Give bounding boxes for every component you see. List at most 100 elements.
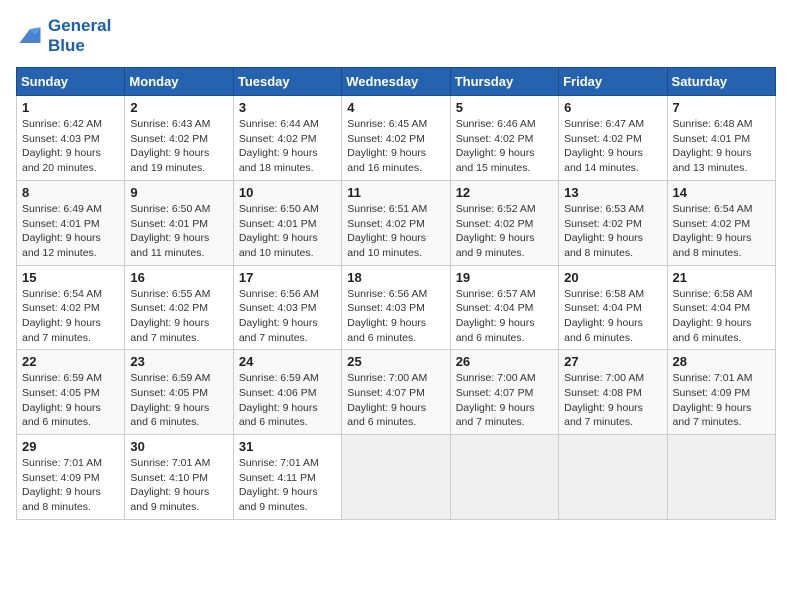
day-number: 12 bbox=[456, 185, 553, 200]
day-info: Sunrise: 6:59 AM Sunset: 4:06 PM Dayligh… bbox=[239, 371, 336, 430]
day-number: 15 bbox=[22, 270, 119, 285]
day-info: Sunrise: 6:51 AM Sunset: 4:02 PM Dayligh… bbox=[347, 202, 444, 261]
calendar-cell: 6Sunrise: 6:47 AM Sunset: 4:02 PM Daylig… bbox=[559, 96, 667, 181]
weekday-header: Friday bbox=[559, 68, 667, 96]
calendar-cell: 24 Sunrise: 6:59 AM Sunset: 4:06 PM Dayli… bbox=[233, 350, 341, 435]
page-header: General Blue bbox=[16, 16, 776, 55]
calendar-cell: 15 Sunrise: 6:54 AM Sunset: 4:02 PM Dayli… bbox=[17, 265, 125, 350]
day-number: 25 bbox=[347, 354, 444, 369]
calendar-cell: 22 Sunrise: 6:59 AM Sunset: 4:05 PM Dayli… bbox=[17, 350, 125, 435]
calendar-cell: 3 Sunrise: 6:44 AM Sunset: 4:02 PM Daylig… bbox=[233, 96, 341, 181]
day-info: Sunrise: 6:45 AM Sunset: 4:02 PM Dayligh… bbox=[347, 117, 444, 176]
calendar-cell: 26 Sunrise: 7:00 AM Sunset: 4:07 PM Dayli… bbox=[450, 350, 558, 435]
logo: General Blue bbox=[16, 16, 111, 55]
day-number: 20 bbox=[564, 270, 661, 285]
day-number: 27 bbox=[564, 354, 661, 369]
day-info: Sunrise: 6:56 AM Sunset: 4:03 PM Dayligh… bbox=[347, 287, 444, 346]
day-number: 11 bbox=[347, 185, 444, 200]
day-info: Sunrise: 7:01 AM Sunset: 4:11 PM Dayligh… bbox=[239, 456, 336, 515]
calendar-week-row: 22 Sunrise: 6:59 AM Sunset: 4:05 PM Dayli… bbox=[17, 350, 776, 435]
calendar-cell bbox=[667, 435, 775, 520]
calendar-cell: 1 Sunrise: 6:42 AM Sunset: 4:03 PM Daylig… bbox=[17, 96, 125, 181]
calendar-cell: 13 Sunrise: 6:53 AM Sunset: 4:02 PM Dayli… bbox=[559, 180, 667, 265]
day-number: 16 bbox=[130, 270, 227, 285]
calendar-cell: 29 Sunrise: 7:01 AM Sunset: 4:09 PM Dayli… bbox=[17, 435, 125, 520]
day-info: Sunrise: 6:42 AM Sunset: 4:03 PM Dayligh… bbox=[22, 117, 119, 176]
calendar-week-row: 1 Sunrise: 6:42 AM Sunset: 4:03 PM Daylig… bbox=[17, 96, 776, 181]
day-info: Sunrise: 6:59 AM Sunset: 4:05 PM Dayligh… bbox=[22, 371, 119, 430]
day-number: 7 bbox=[673, 100, 770, 115]
day-info: Sunrise: 6:55 AM Sunset: 4:02 PM Dayligh… bbox=[130, 287, 227, 346]
day-info: Sunrise: 6:50 AM Sunset: 4:01 PM Dayligh… bbox=[130, 202, 227, 261]
calendar-body: 1 Sunrise: 6:42 AM Sunset: 4:03 PM Daylig… bbox=[17, 96, 776, 520]
day-number: 1 bbox=[22, 100, 119, 115]
day-number: 18 bbox=[347, 270, 444, 285]
calendar-cell: 7 Sunrise: 6:48 AM Sunset: 4:01 PM Daylig… bbox=[667, 96, 775, 181]
calendar-cell: 5 Sunrise: 6:46 AM Sunset: 4:02 PM Daylig… bbox=[450, 96, 558, 181]
day-info: Sunrise: 6:53 AM Sunset: 4:02 PM Dayligh… bbox=[564, 202, 661, 261]
calendar-week-row: 15 Sunrise: 6:54 AM Sunset: 4:02 PM Dayli… bbox=[17, 265, 776, 350]
calendar-cell bbox=[559, 435, 667, 520]
calendar-cell: 9Sunrise: 6:50 AM Sunset: 4:01 PM Daylig… bbox=[125, 180, 233, 265]
day-number: 31 bbox=[239, 439, 336, 454]
day-info: Sunrise: 6:54 AM Sunset: 4:02 PM Dayligh… bbox=[673, 202, 770, 261]
day-number: 2 bbox=[130, 100, 227, 115]
calendar-cell: 25Sunrise: 7:00 AM Sunset: 4:07 PM Dayli… bbox=[342, 350, 450, 435]
calendar-week-row: 8 Sunrise: 6:49 AM Sunset: 4:01 PM Daylig… bbox=[17, 180, 776, 265]
weekday-header: Thursday bbox=[450, 68, 558, 96]
day-info: Sunrise: 6:54 AM Sunset: 4:02 PM Dayligh… bbox=[22, 287, 119, 346]
logo-icon bbox=[16, 22, 44, 50]
day-number: 29 bbox=[22, 439, 119, 454]
calendar-cell: 16 Sunrise: 6:55 AM Sunset: 4:02 PM Dayli… bbox=[125, 265, 233, 350]
weekday-header: Monday bbox=[125, 68, 233, 96]
day-info: Sunrise: 6:59 AM Sunset: 4:05 PM Dayligh… bbox=[130, 371, 227, 430]
calendar-cell: 27Sunrise: 7:00 AM Sunset: 4:08 PM Dayli… bbox=[559, 350, 667, 435]
day-info: Sunrise: 6:57 AM Sunset: 4:04 PM Dayligh… bbox=[456, 287, 553, 346]
calendar-cell: 17 Sunrise: 6:56 AM Sunset: 4:03 PM Dayli… bbox=[233, 265, 341, 350]
day-info: Sunrise: 6:46 AM Sunset: 4:02 PM Dayligh… bbox=[456, 117, 553, 176]
calendar-header: SundayMondayTuesdayWednesdayThursdayFrid… bbox=[17, 68, 776, 96]
calendar-cell: 4 Sunrise: 6:45 AM Sunset: 4:02 PM Daylig… bbox=[342, 96, 450, 181]
day-number: 3 bbox=[239, 100, 336, 115]
day-number: 21 bbox=[673, 270, 770, 285]
day-number: 26 bbox=[456, 354, 553, 369]
day-number: 8 bbox=[22, 185, 119, 200]
day-info: Sunrise: 6:44 AM Sunset: 4:02 PM Dayligh… bbox=[239, 117, 336, 176]
day-number: 10 bbox=[239, 185, 336, 200]
day-info: Sunrise: 6:50 AM Sunset: 4:01 PM Dayligh… bbox=[239, 202, 336, 261]
day-number: 4 bbox=[347, 100, 444, 115]
day-info: Sunrise: 7:00 AM Sunset: 4:07 PM Dayligh… bbox=[456, 371, 553, 430]
day-number: 5 bbox=[456, 100, 553, 115]
day-info: Sunrise: 6:48 AM Sunset: 4:01 PM Dayligh… bbox=[673, 117, 770, 176]
calendar-table: SundayMondayTuesdayWednesdayThursdayFrid… bbox=[16, 67, 776, 520]
day-info: Sunrise: 6:58 AM Sunset: 4:04 PM Dayligh… bbox=[564, 287, 661, 346]
weekday-header: Tuesday bbox=[233, 68, 341, 96]
day-number: 17 bbox=[239, 270, 336, 285]
calendar-cell: 23Sunrise: 6:59 AM Sunset: 4:05 PM Dayli… bbox=[125, 350, 233, 435]
calendar-cell: 8 Sunrise: 6:49 AM Sunset: 4:01 PM Daylig… bbox=[17, 180, 125, 265]
day-number: 24 bbox=[239, 354, 336, 369]
weekday-header: Saturday bbox=[667, 68, 775, 96]
logo-text: General Blue bbox=[48, 16, 111, 55]
weekday-header: Wednesday bbox=[342, 68, 450, 96]
day-info: Sunrise: 6:49 AM Sunset: 4:01 PM Dayligh… bbox=[22, 202, 119, 261]
day-number: 19 bbox=[456, 270, 553, 285]
calendar-cell: 28Sunrise: 7:01 AM Sunset: 4:09 PM Dayli… bbox=[667, 350, 775, 435]
calendar-cell: 21Sunrise: 6:58 AM Sunset: 4:04 PM Dayli… bbox=[667, 265, 775, 350]
calendar-cell: 30 Sunrise: 7:01 AM Sunset: 4:10 PM Dayli… bbox=[125, 435, 233, 520]
day-info: Sunrise: 6:43 AM Sunset: 4:02 PM Dayligh… bbox=[130, 117, 227, 176]
day-number: 6 bbox=[564, 100, 661, 115]
day-info: Sunrise: 7:01 AM Sunset: 4:09 PM Dayligh… bbox=[22, 456, 119, 515]
day-number: 30 bbox=[130, 439, 227, 454]
day-number: 14 bbox=[673, 185, 770, 200]
calendar-cell: 18 Sunrise: 6:56 AM Sunset: 4:03 PM Dayli… bbox=[342, 265, 450, 350]
day-info: Sunrise: 6:56 AM Sunset: 4:03 PM Dayligh… bbox=[239, 287, 336, 346]
calendar-cell: 10 Sunrise: 6:50 AM Sunset: 4:01 PM Dayli… bbox=[233, 180, 341, 265]
calendar-week-row: 29 Sunrise: 7:01 AM Sunset: 4:09 PM Dayli… bbox=[17, 435, 776, 520]
calendar-cell: 20 Sunrise: 6:58 AM Sunset: 4:04 PM Dayli… bbox=[559, 265, 667, 350]
day-info: Sunrise: 6:52 AM Sunset: 4:02 PM Dayligh… bbox=[456, 202, 553, 261]
day-number: 22 bbox=[22, 354, 119, 369]
day-info: Sunrise: 7:01 AM Sunset: 4:10 PM Dayligh… bbox=[130, 456, 227, 515]
day-number: 13 bbox=[564, 185, 661, 200]
calendar-cell: 31 Sunrise: 7:01 AM Sunset: 4:11 PM Dayli… bbox=[233, 435, 341, 520]
